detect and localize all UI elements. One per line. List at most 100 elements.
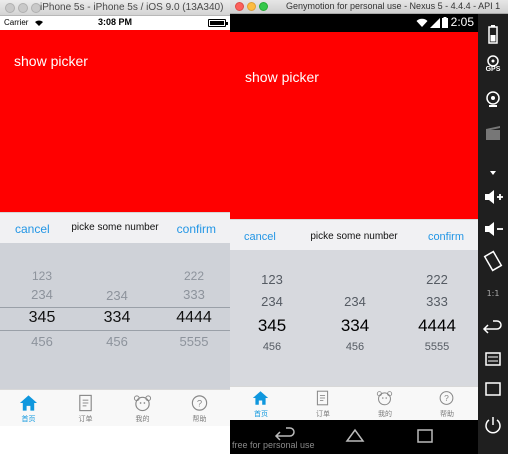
home-icon — [252, 391, 269, 405]
home-side-icon[interactable] — [482, 378, 504, 400]
android-screen: show picker cancel picke some number con… — [230, 32, 478, 420]
ios-simulator-window: iPhone 5s - iPhone 5s / iOS 9.0 (13A340)… — [0, 0, 230, 454]
tab-label: 订单 — [316, 411, 330, 418]
watermark-text: free for personal use — [232, 440, 315, 450]
tab-label: 我的 — [135, 416, 150, 423]
show-picker-area[interactable]: show picker — [0, 30, 230, 212]
webcam-icon[interactable] — [482, 88, 504, 110]
home-nav-icon[interactable] — [344, 426, 366, 446]
wheel-col2-selected[interactable]: 334 — [325, 316, 385, 336]
picker-toolbar: cancel picke some number confirm — [230, 219, 478, 250]
wheel-col1-item[interactable]: 234 — [242, 294, 302, 309]
show-picker-area[interactable]: show picker — [230, 32, 478, 219]
android-status-bar: 2:05 — [230, 14, 478, 32]
android-nav-bar: free for personal use — [230, 420, 478, 454]
confirm-button[interactable]: confirm — [177, 222, 216, 236]
home-icon — [19, 395, 38, 411]
battery-level — [210, 21, 224, 25]
rotate-icon[interactable] — [482, 250, 504, 272]
close-window-button[interactable] — [5, 3, 15, 13]
wheel-col1-item[interactable]: 234 — [12, 287, 72, 302]
svg-text:?: ? — [444, 393, 449, 403]
ios-window-title: iPhone 5s - iPhone 5s / iOS 9.0 (13A340) — [40, 2, 224, 13]
bear-face-icon — [133, 395, 152, 412]
tab-home[interactable]: 首页 — [230, 387, 292, 421]
scale-icon[interactable]: 1:1 — [482, 282, 504, 304]
signal-icon — [430, 18, 440, 28]
gps-icon[interactable] — [482, 50, 504, 72]
number-picker-wheel[interactable]: 123 234 345 456 234 334 456 222 333 4444… — [0, 243, 230, 389]
tab-label: 帮助 — [192, 416, 207, 423]
tab-orders[interactable]: 订单 — [292, 387, 354, 421]
document-icon — [79, 394, 92, 412]
wheel-col1-item[interactable]: 123 — [242, 272, 302, 287]
show-picker-button[interactable]: show picker — [245, 69, 319, 85]
tab-label: 首页 — [254, 411, 268, 418]
wheel-col3-item[interactable]: 222 — [407, 272, 467, 287]
show-picker-button[interactable]: show picker — [14, 53, 88, 69]
wifi-icon — [416, 18, 428, 27]
bear-face-icon — [376, 391, 393, 406]
battery-widget-icon[interactable] — [482, 24, 504, 46]
wheel-col1-item[interactable]: 456 — [242, 341, 302, 353]
battery-icon — [442, 17, 448, 28]
tab-mine[interactable]: 我的 — [114, 390, 171, 427]
wheel-col1-item[interactable]: 456 — [12, 334, 72, 349]
tab-help[interactable]: ? 帮助 — [171, 390, 228, 427]
tab-orders[interactable]: 订单 — [57, 390, 114, 427]
wheel-col3-selected[interactable]: 4444 — [407, 316, 467, 336]
volume-up-icon[interactable] — [482, 186, 504, 208]
media-clapper-icon[interactable] — [482, 122, 504, 144]
picker-toolbar: cancel picke some number confirm — [0, 212, 230, 243]
wheel-col2-item[interactable]: 456 — [325, 341, 385, 353]
svg-text:?: ? — [197, 398, 202, 409]
ios-status-bar: Carrier 3:08 PM — [0, 16, 230, 30]
battery-icon — [208, 19, 228, 27]
help-icon: ? — [191, 395, 208, 411]
wheel-col3-item[interactable]: 333 — [164, 287, 224, 302]
confirm-button[interactable]: confirm — [428, 231, 464, 243]
tab-label: 首页 — [21, 416, 36, 423]
tab-bar: 首页 订单 我的 ? 帮助 — [0, 389, 230, 426]
recents-icon[interactable] — [414, 426, 436, 446]
wheel-col1-selected[interactable]: 345 — [242, 316, 302, 336]
tab-label: 帮助 — [440, 411, 454, 418]
wheel-col1-selected[interactable]: 345 — [12, 309, 72, 327]
wheel-col2-item[interactable]: 456 — [87, 334, 147, 349]
wheel-col3-item[interactable]: 5555 — [407, 341, 467, 353]
volume-down-icon[interactable] — [482, 218, 504, 240]
minimize-window-button[interactable] — [18, 3, 28, 13]
tab-help[interactable]: ? 帮助 — [416, 387, 478, 421]
minimize-window-button[interactable] — [247, 2, 256, 11]
wheel-col3-item[interactable]: 222 — [164, 269, 224, 283]
back-side-icon[interactable] — [482, 318, 504, 340]
svg-text:1:1: 1:1 — [487, 289, 500, 298]
wheel-col3-selected[interactable]: 4444 — [164, 309, 224, 327]
tab-home[interactable]: 首页 — [0, 390, 57, 427]
status-clock: 2:05 — [450, 15, 474, 29]
tab-label: 我的 — [378, 411, 392, 418]
number-picker-wheel[interactable]: 123 234 345 456 234 334 456 222 333 4444… — [230, 250, 478, 386]
wheel-col2-selected[interactable]: 334 — [87, 309, 147, 327]
wheel-col3-item[interactable]: 333 — [407, 294, 467, 309]
simulator-desktop: iPhone 5s - iPhone 5s / iOS 9.0 (13A340)… — [0, 0, 508, 454]
wheel-col2-item[interactable]: 234 — [87, 288, 147, 303]
wheel-col1-item[interactable]: 123 — [12, 269, 72, 283]
wheel-col2-item[interactable]: 234 — [325, 294, 385, 309]
status-time: 3:08 PM — [97, 17, 132, 27]
genymotion-window: Genymotion for personal use - Nexus 5 - … — [230, 0, 508, 454]
menu-chevron-icon[interactable] — [482, 162, 504, 184]
tab-label: 订单 — [78, 416, 93, 423]
document-icon — [316, 390, 329, 406]
tab-bar: 首页 订单 我的 ? 帮助 — [230, 386, 478, 420]
genymotion-sidebar: GPS 1:1 — [478, 14, 508, 454]
help-icon: ? — [439, 391, 454, 405]
tab-mine[interactable]: 我的 — [354, 387, 416, 421]
menu-side-icon[interactable] — [482, 348, 504, 370]
wheel-col3-item[interactable]: 5555 — [164, 334, 224, 349]
ios-window-titlebar: iPhone 5s - iPhone 5s / iOS 9.0 (13A340) — [0, 0, 230, 16]
power-icon[interactable] — [482, 414, 504, 436]
zoom-window-button[interactable] — [259, 2, 268, 11]
genymotion-titlebar: Genymotion for personal use - Nexus 5 - … — [230, 0, 508, 14]
close-window-button[interactable] — [235, 2, 244, 11]
